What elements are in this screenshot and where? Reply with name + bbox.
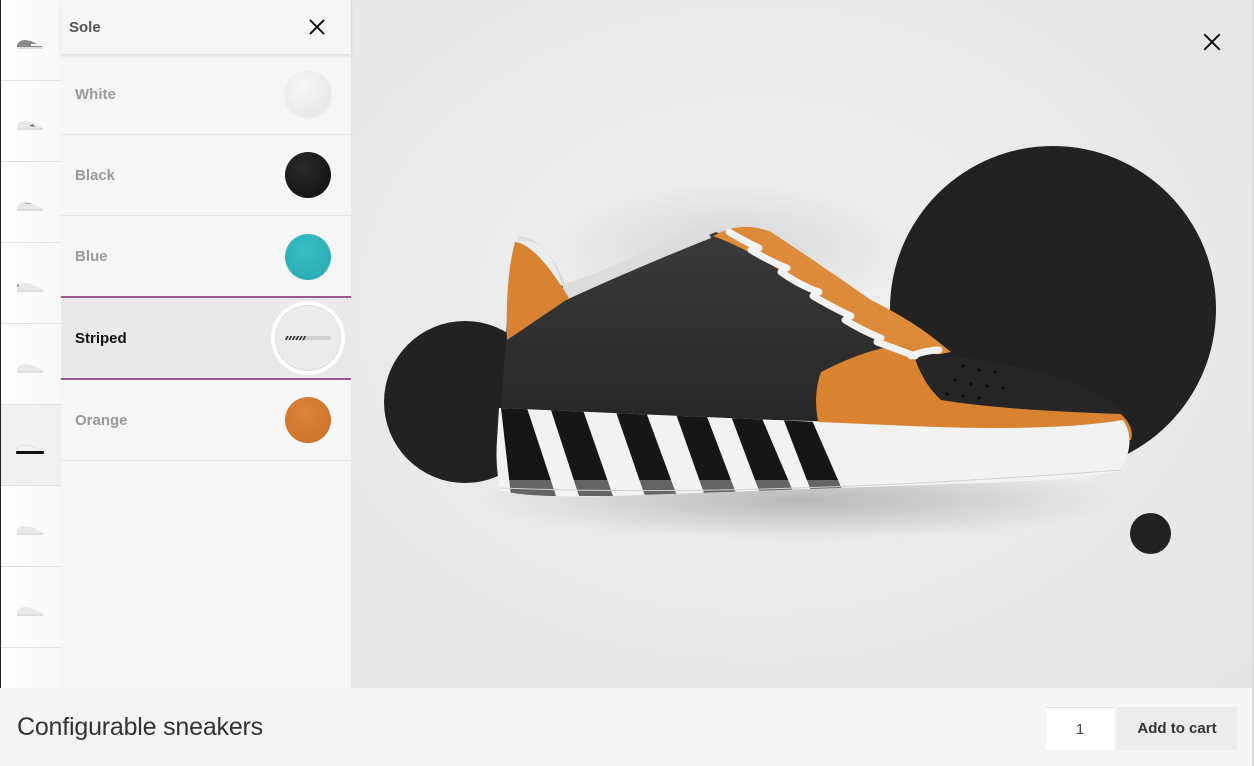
shoe-thumbnail-icon: [17, 121, 43, 130]
shoe-thumbnail-icon: [16, 444, 44, 454]
thumbnail-item-active[interactable]: [1, 405, 61, 486]
shoe-thumbnail-icon: [17, 202, 43, 211]
shoe-thumbnail-icon: [17, 283, 43, 292]
panel-title: Sole: [69, 18, 101, 36]
option-label: White: [75, 85, 116, 103]
thumbnail-item[interactable]: [1, 486, 61, 567]
option-label: Orange: [75, 411, 128, 429]
swatch-striped: [271, 301, 345, 375]
thumbnail-item[interactable]: [1, 567, 61, 648]
option-striped[interactable]: Striped: [61, 296, 351, 380]
option-panel: Sole White Black Blue Striped Orange: [61, 0, 351, 688]
swatch-black: [285, 152, 331, 198]
thumbnail-item[interactable]: [1, 648, 61, 688]
option-label: Blue: [75, 248, 108, 265]
striped-sole-icon: [275, 305, 341, 371]
shoe-thumbnail-icon: [17, 607, 43, 616]
thumbnail-item[interactable]: [1, 81, 61, 162]
add-to-cart-button[interactable]: Add to cart: [1117, 707, 1237, 750]
product-preview: [351, 0, 1254, 688]
option-black[interactable]: Black: [61, 135, 351, 216]
swatch-orange: [285, 397, 331, 443]
shoe-thumbnail-icon: [17, 526, 43, 535]
option-blue[interactable]: Blue: [61, 216, 351, 297]
product-title: Configurable sneakers: [17, 713, 263, 741]
product-configurator: Sole White Black Blue Striped Orange Con…: [0, 0, 1254, 766]
product-footer: Configurable sneakers Add to cart: [0, 688, 1254, 766]
swatch-blue: [285, 233, 331, 280]
thumbnail-column: [1, 0, 61, 688]
shoe-thumbnail-icon: [17, 40, 43, 49]
swatch-white: [285, 71, 331, 117]
quantity-input[interactable]: [1046, 707, 1114, 750]
option-label: Black: [75, 166, 116, 184]
option-white[interactable]: White: [61, 54, 351, 135]
thumbnail-item[interactable]: [1, 0, 61, 81]
shoe-thumbnail-icon: [17, 364, 43, 373]
option-label: Striped: [75, 329, 127, 347]
panel-header: Sole: [61, 0, 351, 54]
thumbnail-item[interactable]: [1, 324, 61, 405]
thumbnail-item[interactable]: [1, 162, 61, 243]
sneaker-image: [481, 180, 1132, 540]
option-orange[interactable]: Orange: [61, 380, 351, 461]
close-icon[interactable]: [307, 17, 327, 37]
thumbnail-item[interactable]: [1, 243, 61, 324]
